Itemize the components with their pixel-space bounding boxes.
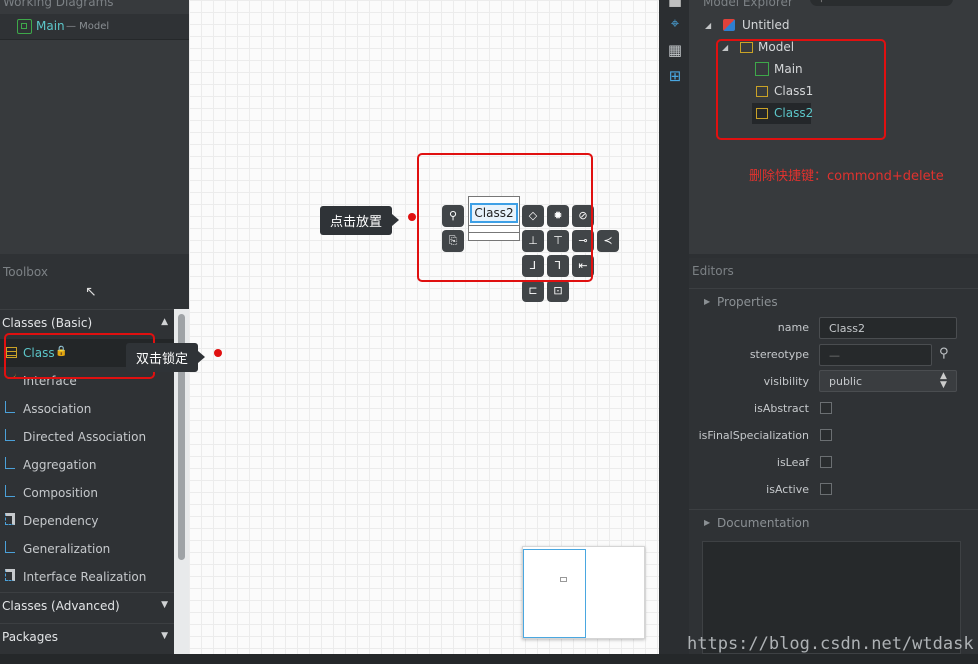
working-diagrams-header: Working Diagrams xyxy=(3,0,114,9)
toolbox-item-aggregation[interactable]: Aggregation xyxy=(0,451,174,479)
side-toolbar: ■ ⌖ ▦ ⊞ xyxy=(659,0,689,654)
toolbox-item-association[interactable]: Association xyxy=(0,395,174,423)
expand-arrow-icon: ▼ xyxy=(161,600,168,610)
toolbox-item-interface-realization[interactable]: Interface Realization xyxy=(0,563,174,591)
isfinalspecialization-checkbox[interactable] xyxy=(820,429,832,441)
prop-label-stereotype: stereotype xyxy=(749,348,809,361)
pointer-dot xyxy=(408,213,416,221)
item-label: Association xyxy=(23,402,92,416)
add-composition-button[interactable]: ⊏ xyxy=(522,280,544,302)
editors-header: Editors xyxy=(692,264,734,278)
documentation-section[interactable]: ▶ Documentation xyxy=(689,509,978,537)
composition-icon xyxy=(5,485,15,497)
generalization-icon xyxy=(5,541,15,553)
staruml-window: Working Diagrams Main — Model Toolbox ↖ … xyxy=(0,0,978,664)
minimap-viewport[interactable] xyxy=(523,549,586,638)
select-arrows-icon: ▲ ▼ xyxy=(940,371,947,390)
highlight-box-explorer xyxy=(716,39,886,140)
group-packages[interactable]: Packages ▼ xyxy=(0,623,174,651)
prop-label-name: name xyxy=(777,321,809,334)
expand-icon[interactable]: ◢ xyxy=(705,21,711,30)
group-label: Classes (Basic) xyxy=(2,316,93,330)
toolbox-item-dependency[interactable]: Dependency xyxy=(0,507,174,535)
name-field[interactable]: Class2 xyxy=(819,317,957,339)
visibility-select[interactable]: public xyxy=(819,370,957,392)
toolbox-item-composition[interactable]: Composition xyxy=(0,479,174,507)
search-icon: ⚲ xyxy=(818,0,825,4)
isabstract-checkbox[interactable] xyxy=(820,402,832,414)
diagram-name: Main xyxy=(36,19,65,33)
item-label: Dependency xyxy=(23,514,99,528)
prop-label-isleaf: isLeaf xyxy=(776,456,809,469)
item-label: Interface Realization xyxy=(23,570,147,584)
working-diagram-main[interactable]: Main — Model xyxy=(0,14,189,40)
highlight-box-canvas xyxy=(417,153,593,282)
class-diagram-icon xyxy=(17,19,32,34)
interface-realization-icon xyxy=(5,569,15,581)
prop-label-isfinalspecialization: isFinalSpecialization xyxy=(698,429,809,442)
add-required-interface-button[interactable]: ≺ xyxy=(597,230,619,252)
place-tooltip: 点击放置 xyxy=(320,206,400,235)
section-label: Documentation xyxy=(717,516,810,530)
add-nested-button[interactable]: ⊡ xyxy=(547,280,569,302)
expand-arrow-icon: ▼ xyxy=(161,631,168,641)
minimap-element xyxy=(560,577,567,582)
isleaf-checkbox[interactable] xyxy=(820,456,832,468)
lock-tooltip: 双击锁定 xyxy=(126,343,206,372)
watermark: https://blog.csdn.net/wtdask xyxy=(687,634,974,654)
toolbox-panel: Toolbox ↖ Classes (Basic) ▲ Class 🔒 Inte… xyxy=(0,254,189,654)
group-label: Packages xyxy=(2,630,58,644)
layout-grid-icon[interactable]: ▦ xyxy=(667,42,683,58)
stereotype-field[interactable]: — xyxy=(819,344,932,366)
item-label: Composition xyxy=(23,486,98,500)
explorer-item-untitled[interactable]: Untitled xyxy=(742,18,789,32)
section-label: Properties xyxy=(717,295,778,309)
diagram-owner: — Model xyxy=(66,21,110,32)
search-icon[interactable]: ⚲ xyxy=(939,346,949,361)
pointer-dot xyxy=(214,349,222,357)
diagram-minimap[interactable] xyxy=(522,546,645,639)
toolbox-header: Toolbox xyxy=(3,265,48,279)
group-classes-advanced[interactable]: Classes (Advanced) ▼ xyxy=(0,592,174,620)
association-icon xyxy=(5,401,15,413)
directed-association-icon xyxy=(5,429,15,441)
working-diagrams-panel: Working Diagrams Main — Model xyxy=(0,0,189,254)
prop-label-isactive: isActive xyxy=(766,483,809,496)
aggregation-icon xyxy=(5,457,15,469)
crosshair-icon[interactable]: ⌖ xyxy=(667,15,683,31)
toolbox-item-directed-association[interactable]: Directed Association xyxy=(0,423,174,451)
project-icon xyxy=(723,19,735,31)
puzzle-icon[interactable]: ■ xyxy=(667,0,683,8)
editors-panel: Editors ▶ Properties name Class2 stereot… xyxy=(689,258,978,654)
properties-section[interactable]: ▶ Properties xyxy=(689,288,978,316)
explorer-search-input[interactable] xyxy=(810,0,953,6)
status-bar xyxy=(0,654,978,664)
prop-label-visibility: visibility xyxy=(763,375,809,388)
gift-icon[interactable]: ⊞ xyxy=(667,68,683,84)
dependency-icon xyxy=(5,513,15,525)
mouse-cursor-icon: ↖ xyxy=(85,284,97,300)
isactive-checkbox[interactable] xyxy=(820,483,832,495)
delete-shortcut-note: 删除快捷键：commond+delete xyxy=(749,169,944,184)
expand-arrow-icon: ▶ xyxy=(704,297,711,306)
item-label: Generalization xyxy=(23,542,111,556)
expand-arrow-icon: ▶ xyxy=(704,518,711,527)
group-label: Classes (Advanced) xyxy=(2,599,120,613)
model-explorer-header: Model Explorer xyxy=(703,0,793,9)
toolbox-item-generalization[interactable]: Generalization xyxy=(0,535,174,563)
item-label: Aggregation xyxy=(23,458,97,472)
prop-label-isabstract: isAbstract xyxy=(754,402,809,415)
item-label: Directed Association xyxy=(23,430,147,444)
collapse-arrow-icon: ▲ xyxy=(161,317,168,327)
